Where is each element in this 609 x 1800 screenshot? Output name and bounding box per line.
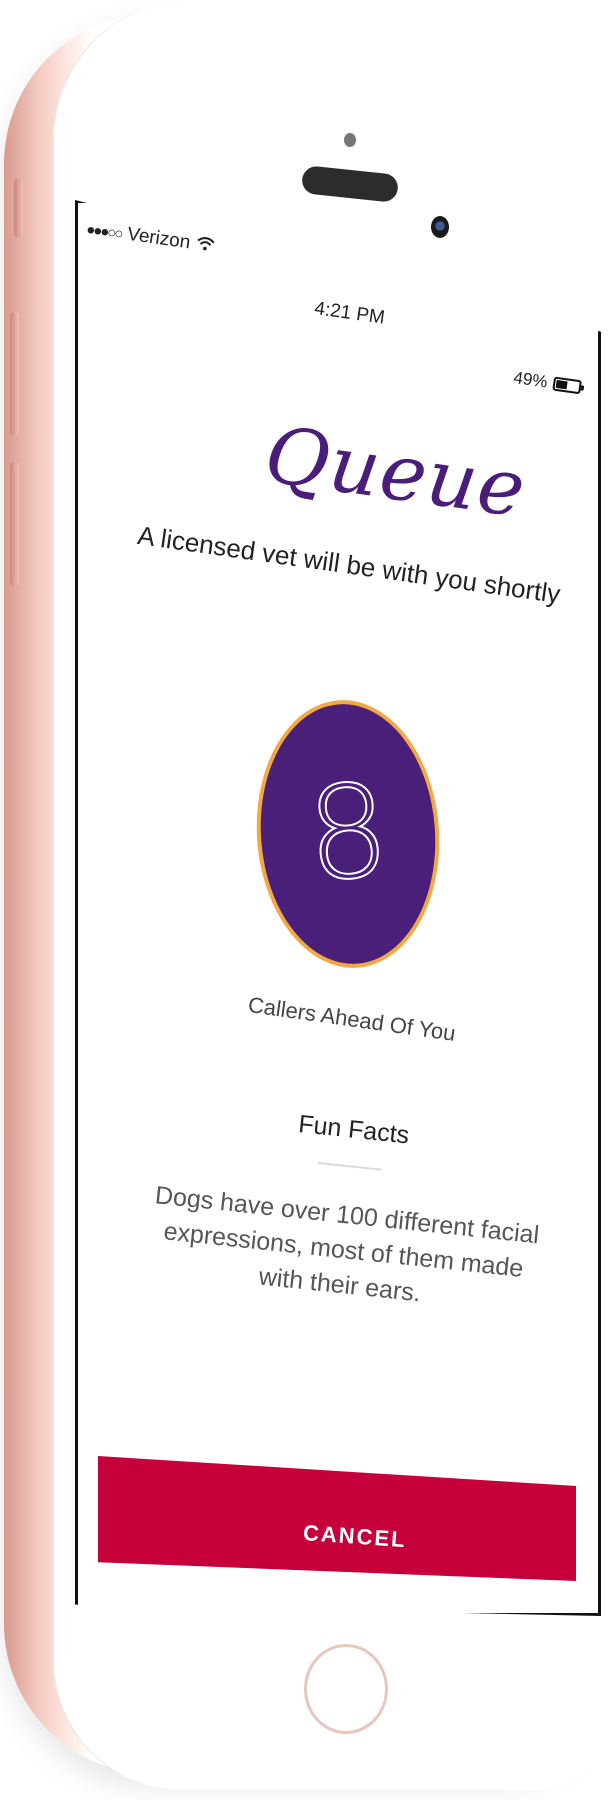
battery-fill — [555, 379, 568, 390]
mute-switch — [14, 178, 23, 238]
device-mockup: ●●●○○ Verizon 4:21 PM 49% Queue A licens… — [0, 0, 609, 1800]
signal-strength-icon: ●●●○○ — [85, 220, 123, 243]
wifi-icon — [195, 233, 216, 257]
volume-up-button — [10, 312, 19, 436]
battery-icon — [552, 376, 585, 395]
queue-count: 8 — [301, 755, 395, 911]
proximity-sensor — [344, 133, 356, 147]
front-camera — [431, 216, 449, 238]
home-button[interactable] — [304, 1644, 388, 1734]
volume-down-button — [10, 462, 19, 586]
